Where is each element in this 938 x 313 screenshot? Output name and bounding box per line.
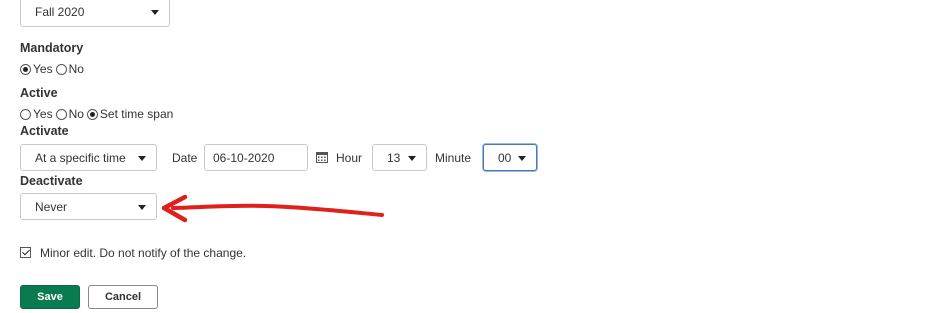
minute-label: Minute — [435, 151, 472, 165]
cancel-button[interactable]: Cancel — [88, 285, 158, 309]
deactivate-label: Deactivate — [20, 174, 83, 188]
active-timespan-label: Set time span — [99, 107, 174, 121]
term-select-value: Fall 2020 — [35, 4, 85, 19]
chevron-down-icon — [518, 155, 526, 161]
active-timespan-radio[interactable] — [86, 108, 98, 120]
chevron-down-icon — [138, 204, 146, 210]
minute-select[interactable]: 00 — [483, 144, 537, 171]
hour-select[interactable]: 13 — [372, 144, 427, 171]
mandatory-yes-radio[interactable] — [20, 63, 31, 75]
chevron-down-icon — [408, 155, 416, 161]
chevron-down-icon — [138, 155, 146, 161]
activate-mode-value: At a specific time — [35, 150, 126, 165]
mandatory-yes-label: Yes — [33, 62, 53, 76]
active-yes-radio[interactable] — [20, 108, 31, 120]
hour-select-value: 13 — [387, 150, 401, 165]
term-select[interactable]: Fall 2020 — [20, 0, 170, 27]
activate-label: Activate — [20, 124, 69, 138]
minute-select-value: 00 — [498, 150, 512, 165]
active-label: Active — [20, 86, 58, 100]
activate-date-input[interactable] — [204, 144, 308, 171]
chevron-down-icon — [151, 9, 159, 15]
mandatory-no-radio[interactable] — [55, 63, 67, 75]
save-button[interactable]: Save — [20, 285, 80, 309]
mandatory-no-label: No — [68, 62, 84, 76]
active-yes-label: Yes — [33, 107, 53, 121]
minor-edit-checkbox[interactable] — [20, 247, 31, 258]
minor-edit-label: Minor edit. Do not notify of the change. — [40, 246, 247, 260]
mandatory-radio-group: Yes No — [20, 62, 87, 76]
annotation-arrow-icon — [161, 194, 384, 223]
deactivate-mode-select[interactable]: Never — [20, 193, 157, 220]
calendar-icon[interactable] — [316, 151, 328, 163]
deactivate-mode-value: Never — [35, 199, 68, 214]
activate-mode-select[interactable]: At a specific time — [20, 144, 157, 171]
active-no-radio[interactable] — [55, 108, 67, 120]
mandatory-label: Mandatory — [20, 41, 84, 55]
active-radio-group: Yes No Set time span — [20, 107, 176, 121]
hour-label: Hour — [336, 151, 363, 165]
active-no-label: No — [68, 107, 84, 121]
date-label: Date — [172, 151, 198, 165]
